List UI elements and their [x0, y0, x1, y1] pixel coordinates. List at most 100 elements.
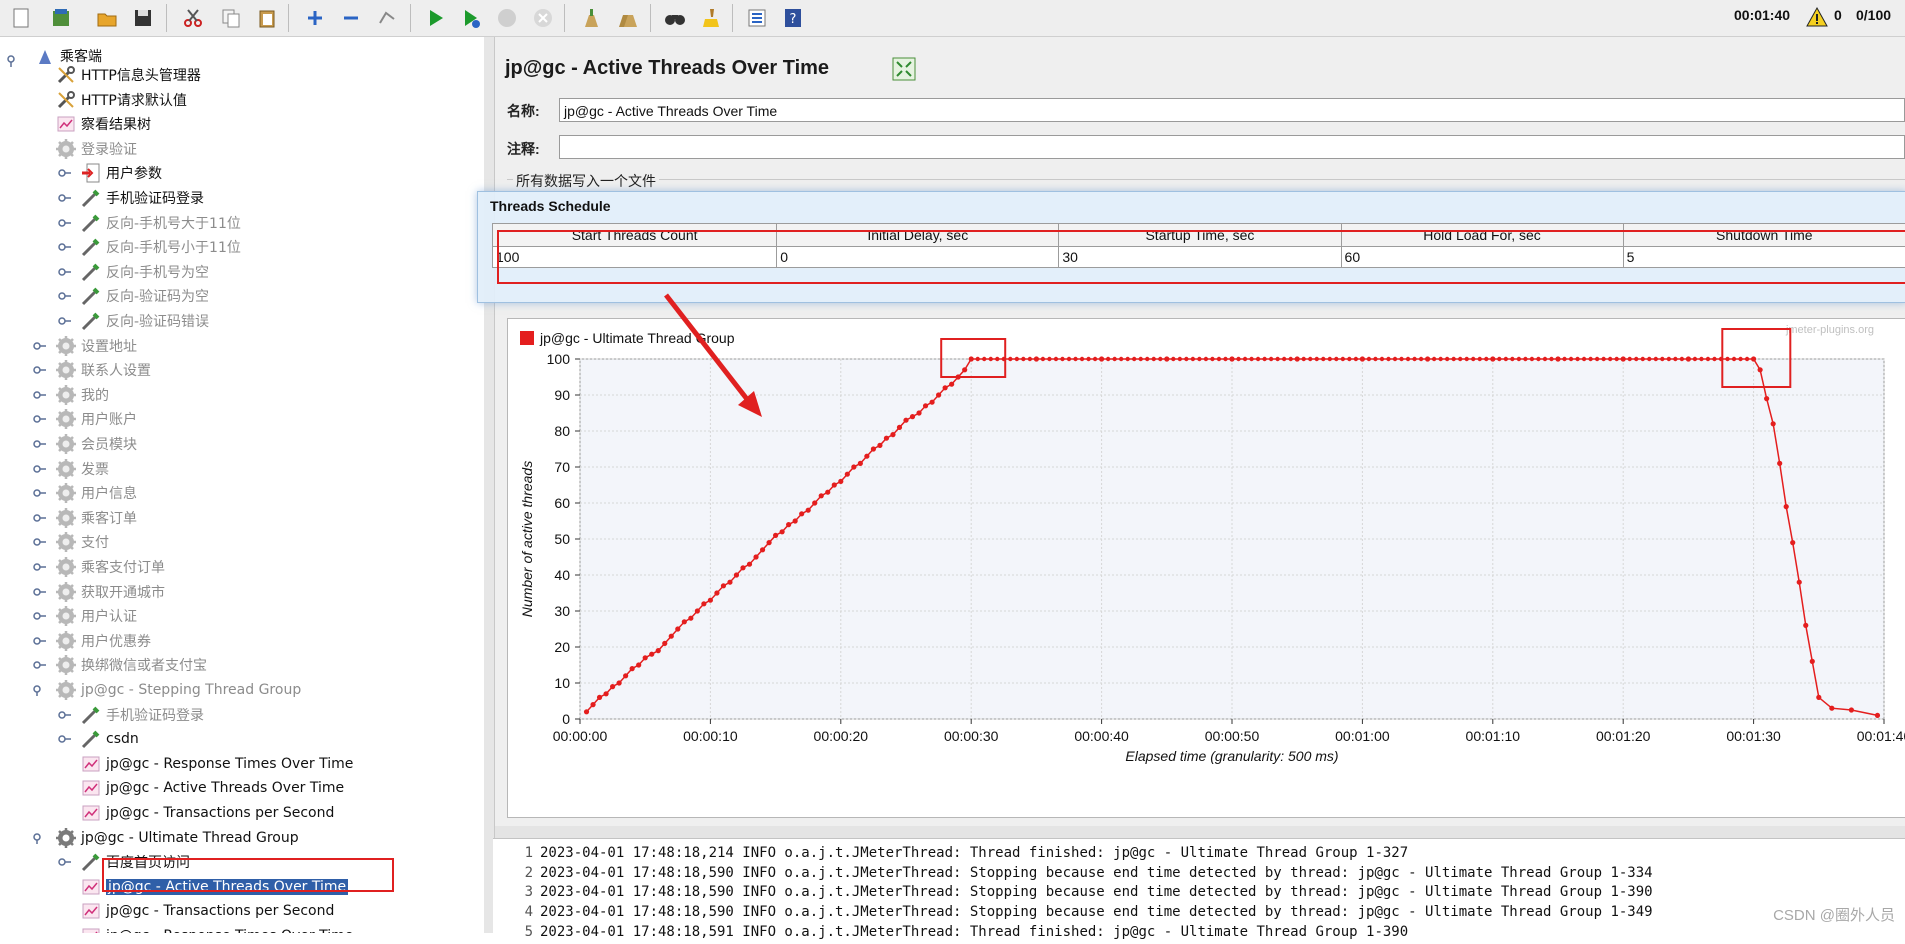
expand-handle-icon[interactable]	[33, 364, 47, 376]
expand-handle-icon[interactable]	[33, 610, 47, 622]
expand-handle-icon[interactable]	[6, 54, 20, 68]
paste-icon[interactable]	[252, 3, 282, 33]
help-icon[interactable]: ?	[778, 3, 808, 33]
tree-item[interactable]: jp@gc - Response Times Over Time	[80, 924, 353, 933]
y-tick-label: 90	[554, 387, 570, 403]
expand-handle-icon[interactable]	[33, 561, 47, 573]
expand-handle-icon[interactable]	[33, 340, 47, 352]
log-line-number: 4	[524, 904, 533, 921]
expand-handle-icon[interactable]	[33, 586, 47, 598]
new-file-icon[interactable]	[6, 3, 36, 33]
toggle-icon[interactable]	[372, 3, 402, 33]
tree-item[interactable]: 反向-手机号为空	[58, 260, 209, 284]
tree-item[interactable]: 我的	[33, 383, 109, 407]
expand-handle-icon[interactable]	[58, 315, 72, 327]
expand-handle-icon[interactable]	[33, 536, 47, 548]
tree-item[interactable]: jp@gc - Transactions per Second	[80, 801, 334, 825]
expand-handle-icon[interactable]	[33, 413, 47, 425]
tree-item-label: 乘客订单	[81, 510, 137, 527]
tree-item[interactable]: 用户优惠券	[33, 629, 151, 653]
function-helper-icon[interactable]	[742, 3, 772, 33]
tree-item[interactable]: 登录验证	[55, 137, 137, 161]
tree-item-label: jp@gc - Stepping Thread Group	[81, 682, 302, 698]
tree-item[interactable]: 反向-手机号小于11位	[58, 235, 241, 259]
expand-handle-icon[interactable]	[33, 487, 47, 499]
chart-icon	[80, 925, 102, 933]
tree-item[interactable]: 手机验证码登录	[58, 703, 204, 727]
tree-item[interactable]: 联系人设置	[33, 358, 151, 382]
tree-item[interactable]: 反向-验证码错误	[58, 309, 209, 333]
tree-item[interactable]: 用户认证	[33, 604, 137, 628]
tree-item[interactable]: jp@gc - Stepping Thread Group	[33, 678, 302, 702]
copy-icon[interactable]	[216, 3, 246, 33]
reset-search-icon[interactable]	[696, 3, 726, 33]
tree-item-label: csdn	[106, 731, 139, 748]
thread-count: 0/100	[1856, 7, 1892, 23]
tree-item[interactable]: jp@gc - Ultimate Thread Group	[33, 826, 299, 850]
expand-icon[interactable]	[300, 3, 330, 33]
expand-handle-icon[interactable]	[58, 167, 72, 179]
cut-icon[interactable]	[178, 3, 208, 33]
tree-item[interactable]: 反向-验证码为空	[58, 284, 209, 308]
expand-handle-icon[interactable]	[33, 635, 47, 647]
tree-item[interactable]: 会员模块	[33, 432, 137, 456]
expand-handle-icon[interactable]	[58, 856, 72, 868]
expand-handle-icon[interactable]	[33, 832, 47, 844]
open-folder-icon[interactable]	[92, 3, 122, 33]
stop-icon[interactable]	[492, 3, 522, 33]
tree-item[interactable]: csdn	[58, 727, 139, 751]
tree-item[interactable]: 乘客支付订单	[33, 555, 165, 579]
tree-item[interactable]: jp@gc - Response Times Over Time	[80, 752, 353, 776]
clear-icon[interactable]	[576, 3, 606, 33]
tree-item[interactable]: HTTP请求默认值	[55, 88, 187, 112]
expand-handle-icon[interactable]	[33, 463, 47, 475]
collapse-icon[interactable]	[336, 3, 366, 33]
expand-handle-icon[interactable]	[58, 266, 72, 278]
expand-handle-icon[interactable]	[58, 709, 72, 721]
tree-item[interactable]: 反向-手机号大于11位	[58, 211, 241, 235]
save-icon[interactable]	[128, 3, 158, 33]
pipette-icon	[80, 236, 102, 258]
clear-all-icon[interactable]	[612, 3, 642, 33]
tree-item[interactable]: 察看结果树	[55, 112, 151, 136]
tree-item[interactable]: 用户信息	[33, 481, 137, 505]
splitter[interactable]	[484, 37, 495, 933]
fullscreen-icon[interactable]	[892, 57, 916, 81]
tree-item[interactable]: 乘客订单	[33, 506, 137, 530]
data-point	[1158, 356, 1163, 362]
tree-item[interactable]: 手机验证码登录	[58, 186, 204, 210]
start-icon[interactable]	[420, 3, 450, 33]
start-no-pauses-icon[interactable]	[456, 3, 486, 33]
search-icon[interactable]	[660, 3, 690, 33]
expand-handle-icon[interactable]	[58, 733, 72, 745]
data-point	[1679, 356, 1685, 362]
expand-handle-icon[interactable]	[58, 241, 72, 253]
expand-handle-icon[interactable]	[33, 659, 47, 671]
data-point	[1725, 356, 1730, 362]
comment-field[interactable]	[559, 135, 1905, 159]
tree-item[interactable]: HTTP信息头管理器	[55, 63, 201, 87]
shutdown-icon[interactable]	[528, 3, 558, 33]
tree-item[interactable]: 用户账户	[33, 407, 137, 431]
expand-handle-icon[interactable]	[33, 512, 47, 524]
expand-handle-icon[interactable]	[33, 389, 47, 401]
tree-item[interactable]: 用户参数	[58, 161, 162, 185]
warning-icon[interactable]	[1804, 4, 1830, 30]
log-splitter[interactable]	[495, 826, 1905, 838]
tree-item[interactable]: 发票	[33, 457, 109, 481]
tree-item[interactable]: 换绑微信或者支付宝	[33, 653, 207, 677]
expand-handle-icon[interactable]	[33, 684, 47, 696]
expand-handle-icon[interactable]	[58, 290, 72, 302]
templates-icon[interactable]	[46, 3, 76, 33]
tree-item[interactable]: 设置地址	[33, 334, 137, 358]
data-point	[844, 471, 850, 477]
data-point	[1118, 356, 1124, 362]
tree-item[interactable]: jp@gc - Transactions per Second	[80, 899, 334, 923]
expand-handle-icon[interactable]	[58, 192, 72, 204]
tree-item[interactable]: 获取开通城市	[33, 580, 165, 604]
name-field[interactable]: jp@gc - Active Threads Over Time	[559, 98, 1905, 122]
tree-item[interactable]: jp@gc - Active Threads Over Time	[80, 776, 344, 800]
tree-item[interactable]: 支付	[33, 530, 109, 554]
expand-handle-icon[interactable]	[33, 438, 47, 450]
expand-handle-icon[interactable]	[58, 217, 72, 229]
